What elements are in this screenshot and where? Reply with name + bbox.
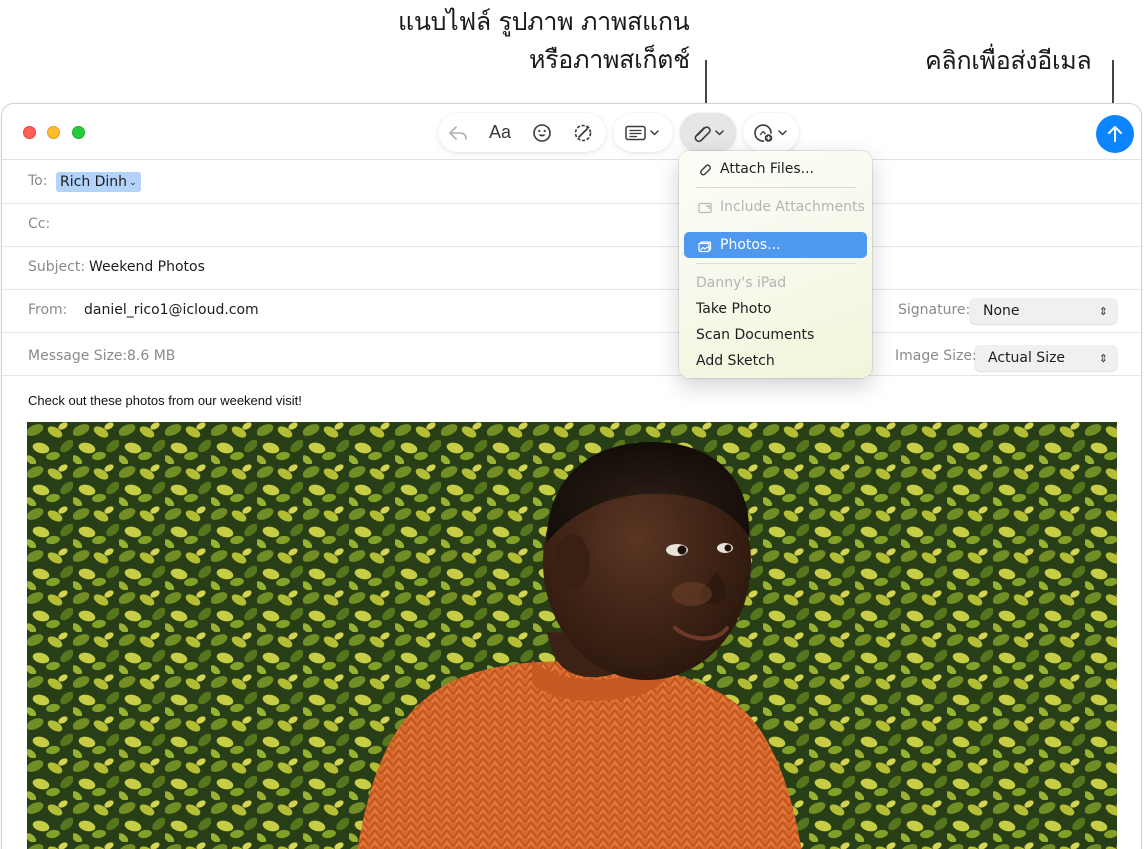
- menu-item-photos[interactable]: Photos...: [684, 232, 867, 258]
- message-size-value: 8.6 MB: [127, 348, 176, 364]
- recipient-token[interactable]: Rich Dinh ⌄: [56, 172, 141, 192]
- menu-item-add-sketch[interactable]: Add Sketch: [684, 348, 867, 374]
- updown-chevron-icon: ⇕: [1098, 352, 1108, 365]
- format-font-button[interactable]: Aa: [478, 113, 522, 152]
- zoom-window-button[interactable]: [72, 126, 85, 139]
- header-fields-icon: [613, 113, 673, 152]
- menu-label: Scan Documents: [696, 327, 815, 343]
- compose-window: Aa To: Rich Dinh ⌄ Cc: Subject: Weekend …: [1, 103, 1142, 849]
- menu-item-take-photo[interactable]: Take Photo: [684, 296, 867, 322]
- menu-header-device: Danny's iPad: [684, 270, 867, 296]
- message-size-row: Message Size: 8.6 MB Image Size: Actual …: [2, 333, 1141, 376]
- menu-item-attach-files[interactable]: Attach Files...: [684, 156, 867, 182]
- signature-label: Signature:: [898, 302, 971, 318]
- toolbar: Aa: [2, 104, 1141, 160]
- message-body[interactable]: Check out these photos from our weekend …: [28, 393, 302, 408]
- header-fields-button[interactable]: [613, 113, 673, 152]
- attached-photo[interactable]: [27, 422, 1117, 849]
- updown-chevron-icon: ⇕: [1098, 305, 1108, 318]
- subject-row[interactable]: Subject: Weekend Photos: [2, 247, 1141, 290]
- emoji-icon[interactable]: [522, 113, 562, 152]
- include-attachments-icon: [697, 199, 713, 215]
- from-account[interactable]: daniel_rico1@icloud.com: [84, 302, 259, 318]
- menu-item-include-attachments: Include Attachments: [684, 194, 867, 220]
- menu-separator: [696, 263, 856, 264]
- cc-label: Cc:: [28, 216, 51, 232]
- writing-tools-icon[interactable]: [562, 113, 604, 152]
- photo-browser-icon: [743, 113, 799, 152]
- to-row: To: Rich Dinh ⌄: [2, 161, 1141, 204]
- paperclip-icon: [697, 161, 713, 177]
- image-size-value: Actual Size: [988, 350, 1066, 366]
- format-toolbar-group: Aa: [438, 113, 606, 152]
- menu-label: Add Sketch: [696, 353, 775, 369]
- menu-label: Photos...: [720, 237, 781, 253]
- menu-label: Danny's iPad: [696, 275, 787, 291]
- callout-attach-line2: หรือภาพสเก็ตช์: [529, 45, 690, 74]
- from-label: From:: [28, 302, 68, 318]
- message-size-label: Message Size:: [28, 348, 128, 364]
- recipient-name: Rich Dinh: [60, 174, 128, 190]
- menu-label: Attach Files...: [720, 161, 814, 177]
- to-label: To:: [28, 173, 48, 189]
- signature-select[interactable]: None ⇕: [970, 299, 1117, 324]
- close-window-button[interactable]: [23, 126, 36, 139]
- menu-item-scan-documents[interactable]: Scan Documents: [684, 322, 867, 348]
- image-size-label: Image Size:: [895, 348, 977, 364]
- callout-attach-line1: แนบไฟล์ รูปภาพ ภาพสแกน: [398, 7, 690, 36]
- paperclip-icon: [680, 113, 736, 152]
- menu-separator: [696, 187, 856, 188]
- subject-field[interactable]: Weekend Photos: [89, 259, 205, 275]
- subject-label: Subject:: [28, 259, 86, 275]
- photos-icon: [697, 237, 713, 253]
- signature-value: None: [983, 303, 1020, 319]
- image-size-select[interactable]: Actual Size ⇕: [975, 346, 1117, 371]
- callout-send: คลิกเพื่อส่งอีเมล: [925, 46, 1092, 75]
- menu-label: Take Photo: [696, 301, 772, 317]
- minimize-window-button[interactable]: [47, 126, 60, 139]
- attach-button[interactable]: [680, 113, 736, 152]
- attach-menu: Attach Files... Include Attachments Phot…: [679, 151, 872, 378]
- send-arrow-icon: [1106, 124, 1124, 144]
- menu-label: Include Attachments: [720, 199, 865, 215]
- reply-icon[interactable]: [438, 113, 478, 152]
- chevron-down-icon: ⌄: [129, 178, 137, 188]
- from-row: From: daniel_rico1@icloud.com Signature:…: [2, 290, 1141, 333]
- photo-browser-button[interactable]: [743, 113, 799, 152]
- send-button[interactable]: [1096, 115, 1134, 153]
- cc-row[interactable]: Cc:: [2, 204, 1141, 247]
